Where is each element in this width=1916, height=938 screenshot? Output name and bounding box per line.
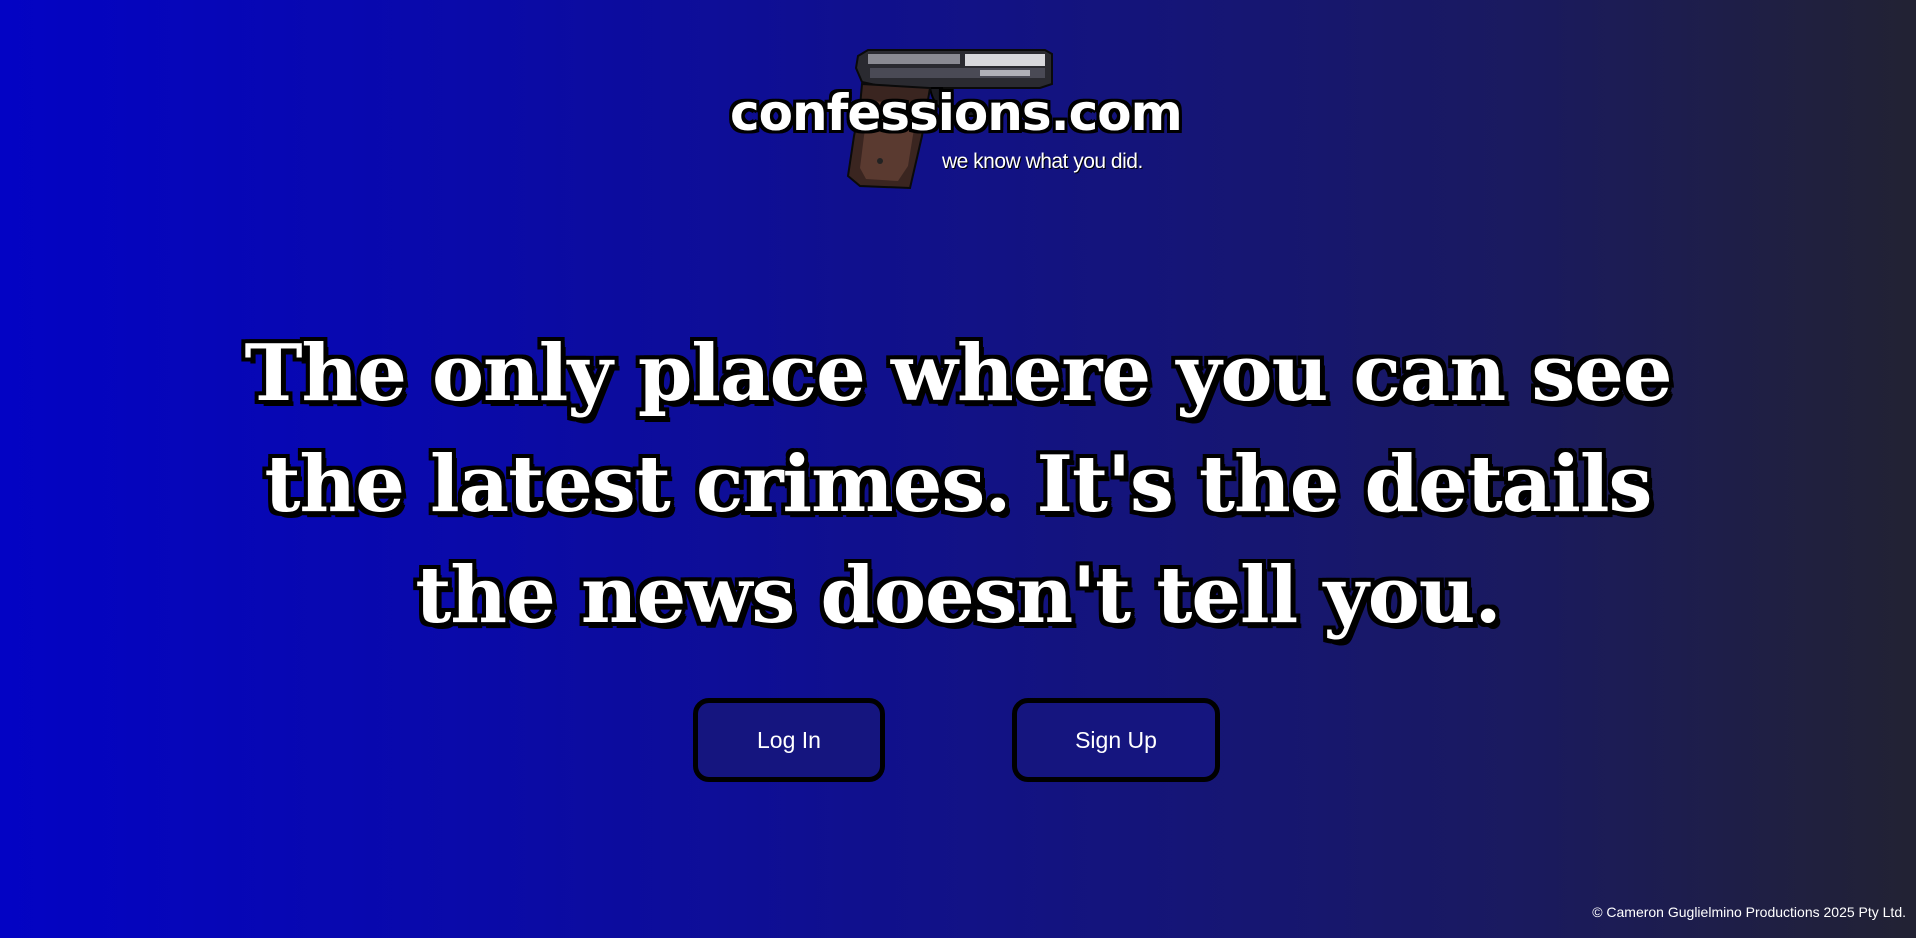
login-button[interactable]: Log In [693, 698, 885, 782]
site-title: confessions.com [730, 84, 1183, 142]
signup-button[interactable]: Sign Up [1012, 698, 1220, 782]
hero-headline: The only place where you can see the lat… [244, 328, 1673, 641]
site-logo[interactable]: confessions.com we know what you did. [720, 46, 1183, 196]
copyright-footer: © Cameron Guglielmino Productions 2025 P… [1592, 904, 1906, 920]
site-tagline: we know what you did. [942, 150, 1143, 173]
